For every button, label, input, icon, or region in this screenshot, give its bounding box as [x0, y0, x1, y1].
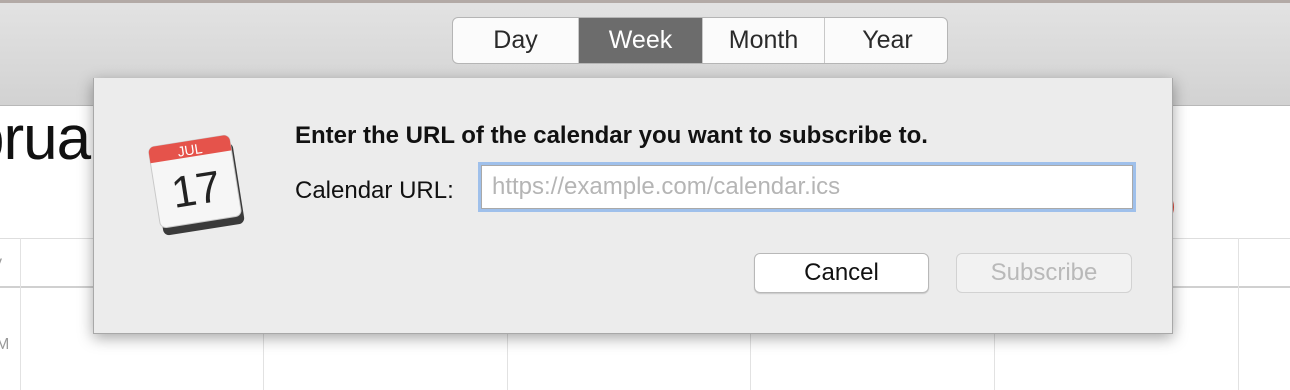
- tab-year[interactable]: Year: [825, 18, 947, 63]
- window-top-edge: [0, 0, 1290, 3]
- subscribe-button[interactable]: Subscribe: [956, 253, 1132, 293]
- cancel-button[interactable]: Cancel: [754, 253, 929, 293]
- calendar-url-label: Calendar URL:: [295, 177, 454, 204]
- calendar-url-input[interactable]: [481, 165, 1133, 209]
- calendar-icon-day: 17: [168, 162, 224, 218]
- calendar-app-icon: JUL 17: [148, 134, 245, 236]
- tab-month[interactable]: Month: [703, 18, 825, 63]
- sheet-heading: Enter the URL of the calendar you want t…: [295, 122, 928, 149]
- grid-line: [20, 238, 21, 390]
- view-switcher: Day Week Month Year: [452, 17, 948, 64]
- tab-week[interactable]: Week: [579, 18, 703, 63]
- tab-day[interactable]: Day: [453, 18, 579, 63]
- time-label: M: [0, 336, 10, 353]
- subscribe-sheet: JUL 17 Enter the URL of the calendar you…: [93, 78, 1173, 334]
- grid-line: [1238, 238, 1239, 390]
- month-title: brua: [0, 104, 91, 173]
- weekday-label: y: [0, 254, 2, 272]
